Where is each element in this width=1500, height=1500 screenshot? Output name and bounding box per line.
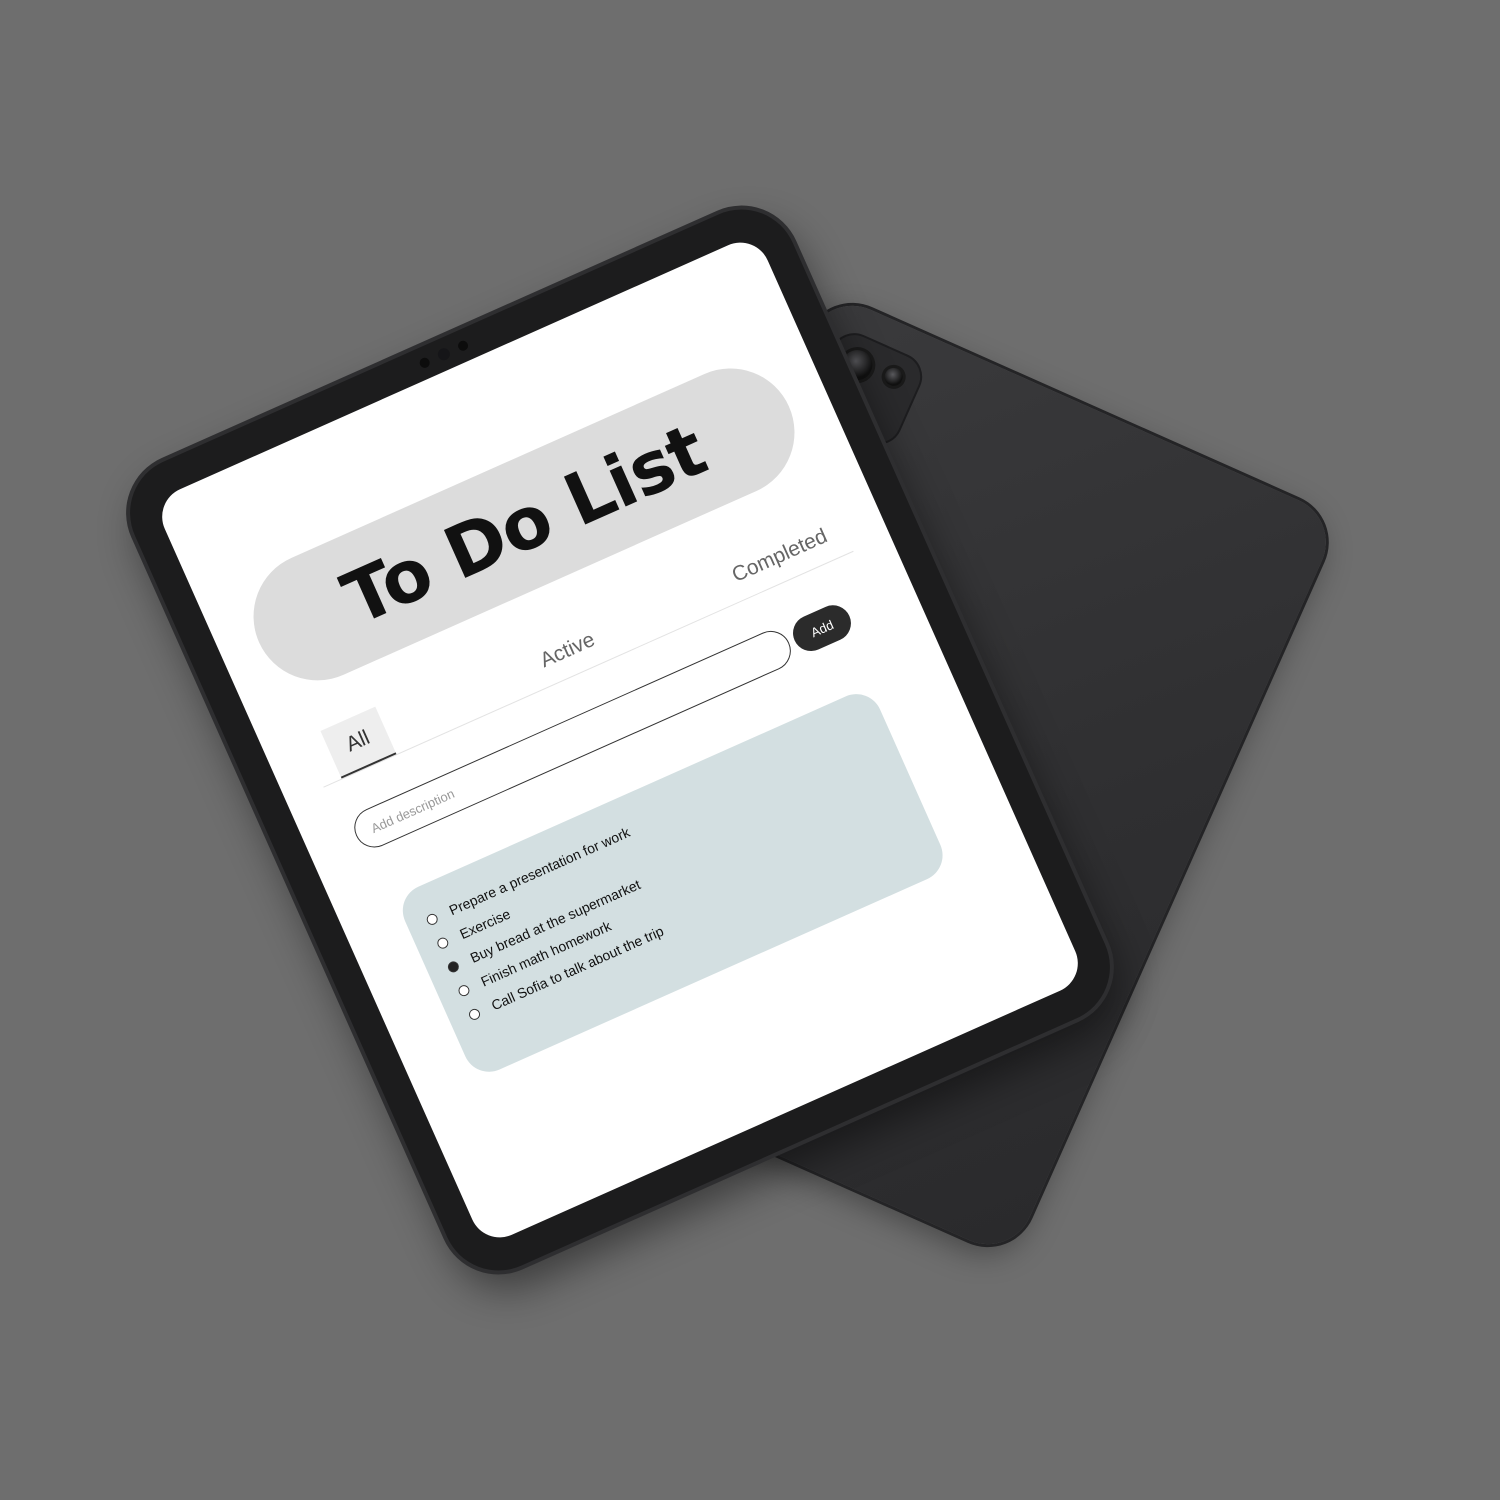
sensor-icon	[418, 356, 432, 370]
tab-active[interactable]: Active	[531, 616, 604, 685]
tab-all[interactable]: All	[320, 706, 397, 779]
radio-unchecked-icon[interactable]	[424, 911, 440, 927]
add-button[interactable]: Add	[787, 599, 857, 657]
radio-unchecked-icon[interactable]	[456, 982, 472, 998]
tab-completed[interactable]: Completed	[723, 513, 836, 600]
radio-unchecked-icon[interactable]	[467, 1006, 482, 1022]
task-panel: Prepare a presentation for work Exercise…	[394, 685, 951, 1081]
sensor-icon	[456, 339, 470, 353]
mockup-scene: To Do List All Active Completed Add Prep…	[0, 0, 1500, 1500]
radio-unchecked-icon[interactable]	[435, 935, 450, 950]
radio-checked-icon[interactable]	[445, 959, 461, 974]
camera-flash-icon	[877, 361, 910, 393]
front-camera-icon	[435, 346, 452, 363]
